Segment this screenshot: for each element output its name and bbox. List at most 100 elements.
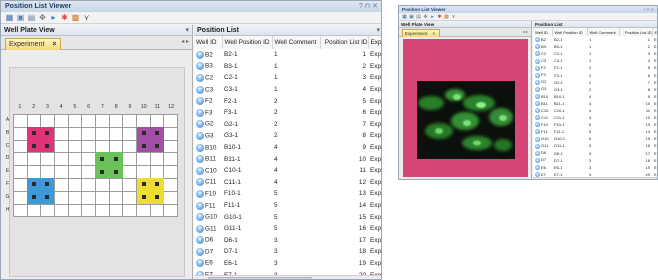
well-group-B10[interactable] [136,126,165,153]
thumb-image-icon[interactable]: ▩ [443,14,450,20]
table-row[interactable]: +G11G11-1516Expe [194,223,381,235]
thumb-table-row[interactable]: + G3 G3-1 2 8 E [533,86,657,93]
well-cell[interactable] [122,152,137,167]
well-cell[interactable] [149,152,165,167]
filter-icon[interactable]: ⋎ [81,13,92,22]
table-row[interactable]: +B2B2-111Expe [194,49,381,61]
table-row[interactable]: +G2G2-127Expe [194,119,381,131]
column-header[interactable]: Well Comment [272,36,321,49]
thumb-table-row[interactable]: + B11 B11-1 4 10 E [533,100,657,107]
thumb-table-row[interactable]: + C10 C10-1 4 11 E [533,107,657,114]
well-cell[interactable] [122,139,137,154]
play-icon[interactable]: ▸ [48,13,59,22]
table-row[interactable]: +C2C2-113Expe [194,72,381,84]
well-cell[interactable] [135,114,151,128]
grid-view-icon[interactable]: ▦ [4,13,15,22]
well-cell[interactable] [81,126,96,141]
well-cell[interactable] [163,165,178,179]
open-icon[interactable]: ▤ [26,13,37,22]
thumb-play-icon[interactable]: ▸ [429,14,436,20]
thumb-save-icon[interactable]: ▣ [408,14,415,20]
well-cell[interactable] [13,177,28,192]
well-cell[interactable] [53,126,69,141]
well-cell[interactable] [67,165,83,179]
well-cell[interactable] [53,203,69,218]
table-row[interactable]: +F10F10-1513Expe [194,188,381,200]
well-cell[interactable] [163,177,178,192]
thumb-horizontal-scrollbar[interactable] [533,177,657,180]
well-cell[interactable] [149,203,165,218]
well-cell[interactable] [13,114,28,128]
well-cell[interactable] [81,203,96,218]
table-row[interactable]: +C11C11-1412Expe [194,177,381,189]
thumb-grid-view-icon[interactable]: ▦ [401,14,408,20]
well-cell[interactable] [53,114,69,128]
column-header[interactable]: Position List ID [320,36,369,49]
thumb-star-icon[interactable]: ✱ [436,14,443,20]
well-cell[interactable] [94,190,110,205]
well-cell[interactable] [81,177,96,192]
well-cell[interactable] [67,152,83,167]
well-cell[interactable] [13,139,28,154]
well-cell[interactable] [53,152,69,167]
thumb-table-row[interactable]: + E6 E6-1 3 19 E [533,164,657,171]
thumb-table-row[interactable]: + B10 B10-1 4 9 E [533,93,657,100]
well-cell[interactable] [53,177,69,192]
well-cell[interactable] [122,190,137,205]
well-cell[interactable] [26,114,42,128]
thumb-table-row[interactable]: + B3 B3-1 1 2 E [533,43,657,50]
well-group-F10[interactable] [136,178,165,204]
well-cell[interactable] [163,203,178,218]
thumb-column-header[interactable]: Well Comment [587,28,620,36]
well-cell[interactable] [163,126,178,141]
well-cell[interactable] [81,114,96,128]
pin-icon[interactable]: ▾ [376,25,380,36]
well-cell[interactable] [122,165,137,179]
thumb-table-row[interactable]: + D7 D7-1 3 18 E [533,157,657,164]
column-header[interactable]: Well ID [194,36,223,49]
well-cell[interactable] [122,114,137,128]
table-row[interactable]: +D6D6-1317Expe [194,235,381,247]
thumb-table-row[interactable]: + C2 C2-1 1 3 E [533,50,657,57]
thumb-scrollbar-thumb[interactable] [541,179,611,180]
table-row[interactable]: +F3F3-126Expe [194,107,381,119]
table-row[interactable]: +B3B3-112Expe [194,61,381,73]
well-cell[interactable] [108,114,124,128]
well-cell[interactable] [122,203,137,218]
thumb-table-row[interactable]: + F10 F10-1 5 13 E [533,121,657,128]
well-cell[interactable] [26,203,42,218]
table-row[interactable]: +F11F11-1514Expe [194,200,381,212]
well-cell[interactable] [108,139,124,154]
well-cell[interactable] [94,126,110,141]
well-cell[interactable] [108,126,124,141]
table-row[interactable]: +C3C3-114Expe [194,84,381,96]
well-cell[interactable] [26,165,42,179]
well-cell[interactable] [81,152,96,167]
thumb-column-header[interactable]: Well Position ID [552,28,588,36]
thumb-table-row[interactable]: + C3 C3-1 1 4 E [533,57,657,64]
well-cell[interactable] [67,190,83,205]
well-group-B2[interactable] [26,126,55,153]
star-icon[interactable]: ✱ [59,13,70,22]
well-cell[interactable] [53,139,69,154]
thumb-tab-close-icon[interactable]: × [432,31,435,36]
column-header[interactable]: Well Position ID [222,36,273,49]
image-icon[interactable]: ▩ [70,13,81,22]
well-cell[interactable] [163,114,178,128]
thumb-table-row[interactable]: + D6 D6-1 3 17 E [533,150,657,157]
thumb-window-controls[interactable]: ? ⊓ ✕ [643,6,654,13]
table-row[interactable]: +E6E6-1319Expe [194,258,381,270]
well-cell[interactable] [81,165,96,179]
well-cell[interactable] [163,139,178,154]
well-cell[interactable] [81,190,96,205]
well-cell[interactable] [108,190,124,205]
column-header[interactable]: Expe [368,36,381,49]
well-cell[interactable] [40,152,55,167]
thumb-column-header[interactable]: Position List ID [619,28,653,36]
table-row[interactable]: +G3G3-128Expe [194,130,381,142]
thumb-table-row[interactable]: + G11 G11-1 5 16 E [533,142,657,149]
window-titlebar[interactable]: Position List Viewer ? ⊓ ✕ [1,1,381,12]
well-cell[interactable] [94,177,110,192]
well-cell[interactable] [163,190,178,205]
well-cell[interactable] [122,177,137,192]
